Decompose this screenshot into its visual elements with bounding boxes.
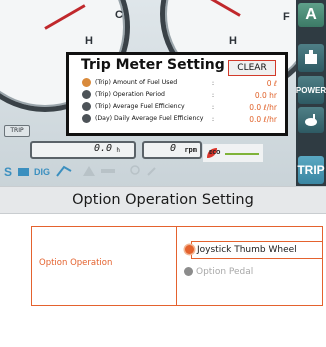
trip-row-value: 0.0 ℓ/hr xyxy=(249,115,277,124)
rpm-display: 0 rpm xyxy=(142,141,202,159)
alert-button[interactable]: A xyxy=(298,3,324,27)
machine-monitor: H C H F A POWER TRIP Trip Meter Setting … xyxy=(0,0,326,188)
s-icon: S xyxy=(4,165,13,179)
eco-label: ECO xyxy=(209,150,221,156)
hammer-icon xyxy=(101,169,115,173)
eco-bar xyxy=(225,153,259,155)
dig-icon: DIG xyxy=(34,167,51,177)
trip-row-value: 0 ℓ xyxy=(266,79,277,88)
radio-selected-icon xyxy=(185,245,194,254)
gauge-letter-h2: H xyxy=(229,35,237,47)
rpm-value: 0 xyxy=(169,143,176,154)
radio-unselected-icon xyxy=(82,102,91,111)
radio-unselected-icon xyxy=(82,90,91,99)
option-operation-table: Option Operation Joystick Thumb Wheel Op… xyxy=(31,226,323,306)
trip-row-operation-period[interactable]: (Trip) Operation Period xyxy=(82,90,282,101)
wrench-icon xyxy=(147,167,156,176)
popup-title: Trip Meter Setting xyxy=(81,57,225,73)
power-mode-button[interactable]: POWER xyxy=(296,76,326,104)
option-operation-label: Option Operation xyxy=(39,258,113,268)
warning-icon xyxy=(83,166,95,176)
trip-meter-popup: Trip Meter Setting CLEAR (Trip) Amount o… xyxy=(66,52,288,136)
trip-label: TRIP xyxy=(4,125,30,137)
trip-row-label: (Day) Daily Average Fuel Efficiency xyxy=(95,115,204,122)
trip-row-value: 0.0 ℓ/hr xyxy=(249,103,277,112)
panel-title: Option Operation Setting xyxy=(0,186,326,214)
gauge-letter-h: H xyxy=(85,35,93,47)
bucket-icon xyxy=(305,50,317,64)
gauge-needle-fuel xyxy=(204,0,241,17)
gauge-letter-f: F xyxy=(283,11,290,23)
hour-meter-display: 0.0 h xyxy=(30,141,136,159)
trip-button[interactable]: TRIP xyxy=(297,156,325,184)
option-pedal-label: Option Pedal xyxy=(196,267,254,277)
function-button-strip: A POWER TRIP xyxy=(296,0,326,188)
trip-row-value: 0.0 hr xyxy=(254,91,277,100)
table-divider xyxy=(176,227,177,305)
hour-meter-value: 0.0 xyxy=(93,143,112,154)
radio-unselected-icon xyxy=(184,267,193,276)
row-colon: : xyxy=(212,80,215,87)
engine-icon xyxy=(18,168,29,176)
trip-row-fuel-used[interactable]: (Trip) Amount of Fuel Used xyxy=(82,78,282,89)
option-pedal-option[interactable]: Option Pedal xyxy=(184,264,323,282)
gauge-letter-c: C xyxy=(115,9,123,21)
trip-row-label: (Trip) Average Fuel Efficiency xyxy=(95,103,185,110)
radio-selected-icon xyxy=(82,78,91,87)
search-icon xyxy=(130,165,140,175)
joystick-thumb-wheel-option[interactable]: Joystick Thumb Wheel xyxy=(185,241,323,259)
hour-meter-unit: h xyxy=(116,147,120,154)
rpm-unit: rpm xyxy=(184,146,197,154)
row-colon: : xyxy=(212,104,215,111)
eco-gauge: ECO xyxy=(203,144,263,162)
travel-speed-button[interactable] xyxy=(298,107,324,133)
clear-button[interactable]: CLEAR xyxy=(228,60,276,76)
row-colon: : xyxy=(212,116,215,123)
trip-row-label: (Trip) Operation Period xyxy=(95,91,165,98)
radio-unselected-icon xyxy=(82,114,91,123)
joystick-thumb-wheel-label: Joystick Thumb Wheel xyxy=(197,245,297,255)
boom-icon xyxy=(56,165,72,177)
rabbit-icon xyxy=(305,114,317,126)
gauge-needle xyxy=(44,4,86,30)
status-icon-bar: S DIG xyxy=(0,162,296,188)
trip-row-label: (Trip) Amount of Fuel Used xyxy=(95,79,178,86)
work-mode-icon-button[interactable] xyxy=(298,44,324,72)
row-colon: : xyxy=(212,92,215,99)
